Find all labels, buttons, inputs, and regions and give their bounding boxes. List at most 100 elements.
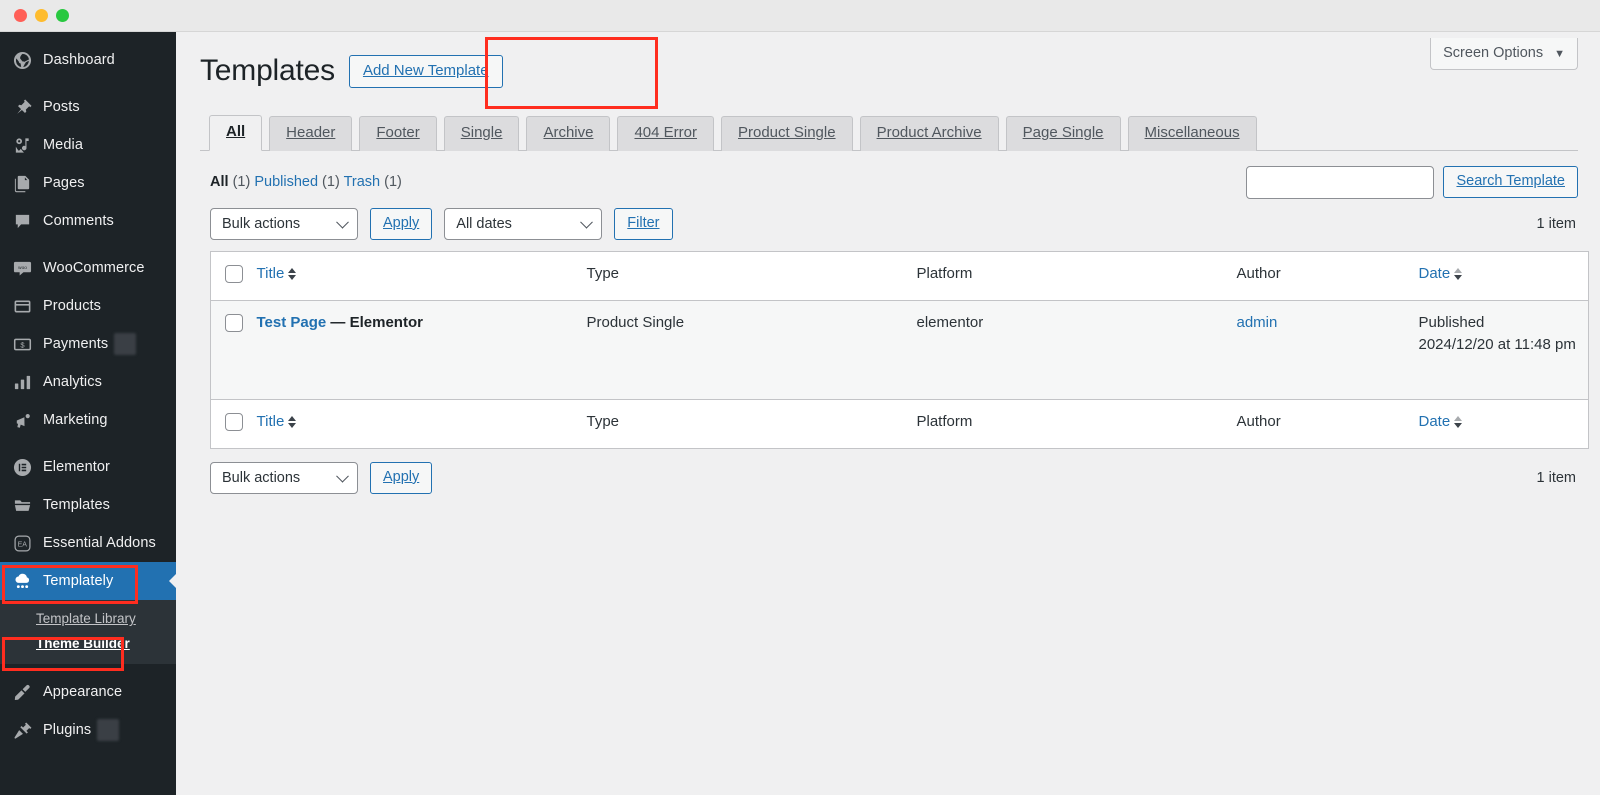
close-window-button[interactable] [14, 9, 27, 22]
plugins-badge-redacted [97, 719, 120, 741]
sidebar-subitem-theme-builder[interactable]: Theme Builder [0, 631, 176, 656]
sidebar-item-label: Plugins [43, 722, 92, 738]
tab-product-single[interactable]: Product Single [721, 116, 853, 151]
tab-archive[interactable]: Archive [526, 116, 611, 151]
app-viewport: Dashboard Posts Media Pages Comments woo… [0, 32, 1600, 795]
row-select-cell [210, 300, 257, 400]
search-template-button[interactable]: Search Template [1443, 165, 1578, 199]
tab-single[interactable]: Single [443, 116, 520, 151]
sort-title-link-top[interactable]: Title [257, 265, 297, 282]
tab-page-single[interactable]: Page Single [1005, 116, 1121, 151]
bulk-actions-select-top[interactable]: Bulk actions [210, 207, 358, 240]
sidebar-item-templates[interactable]: Templates [0, 486, 176, 524]
page-header: Templates Add New Template [200, 32, 1578, 88]
sidebar-item-analytics[interactable]: Analytics [0, 363, 176, 401]
sidebar-item-dashboard[interactable]: Dashboard [0, 41, 176, 79]
column-header-author: Author [1236, 251, 1419, 301]
status-link-trash[interactable]: Trash [344, 174, 381, 190]
sidebar-item-label: Appearance [43, 684, 123, 700]
sidebar-item-pages[interactable]: Pages [0, 164, 176, 202]
sidebar-item-label: Templately [43, 573, 114, 589]
date-filter-select[interactable]: All dates [444, 207, 603, 240]
status-count-trash: (1) [384, 174, 402, 190]
status-links: All (1) Published (1) Trash (1) [210, 174, 402, 190]
column-footer-date-label: Date [1418, 413, 1451, 430]
sidebar-item-label: Dashboard [43, 52, 115, 68]
sidebar-item-woocommerce[interactable]: woo WooCommerce [0, 249, 176, 287]
chevron-down-icon: ▼ [1554, 48, 1565, 60]
sidebar-item-marketing[interactable]: Marketing [0, 401, 176, 439]
traffic-lights [14, 9, 69, 22]
sort-date-link-bottom[interactable]: Date [1419, 413, 1463, 430]
item-count-bottom: 1 item [1536, 470, 1577, 486]
sidebar-item-media[interactable]: Media [0, 126, 176, 164]
screen-options-button[interactable]: Screen Options ▼ [1430, 38, 1578, 70]
screen-options-label: Screen Options [1443, 45, 1544, 61]
maximize-window-button[interactable] [56, 9, 69, 22]
sidebar-subitem-template-library[interactable]: Template Library [0, 606, 176, 631]
payments-icon: $ [11, 333, 33, 355]
apply-button-top[interactable]: Apply [370, 207, 433, 241]
products-icon [11, 295, 33, 317]
sort-date-link-top[interactable]: Date [1419, 265, 1463, 282]
filter-button[interactable]: Filter [614, 207, 673, 241]
svg-text:woo: woo [18, 266, 27, 271]
sidebar-item-payments[interactable]: $ Payments [0, 325, 176, 363]
sidebar-group-builders: Elementor Templates EA Essential Addons … [0, 448, 177, 600]
apply-button-bottom[interactable]: Apply [370, 461, 433, 495]
tab-all[interactable]: All [209, 115, 263, 151]
row-checkbox[interactable] [225, 314, 243, 332]
sidebar-item-label: Payments [43, 336, 109, 352]
sidebar-group-content: Posts Media Pages Comments [0, 88, 176, 240]
chevron-down-icon [336, 215, 349, 229]
select-all-checkbox-top[interactable] [225, 265, 243, 283]
row-author-cell: admin [1236, 300, 1419, 400]
sidebar-item-label: Marketing [43, 412, 108, 428]
sidebar-item-templately[interactable]: Templately [0, 562, 177, 600]
svg-text:$: $ [20, 340, 25, 349]
search-input[interactable] [1246, 165, 1435, 199]
sidebar-item-posts[interactable]: Posts [0, 88, 176, 126]
tab-footer[interactable]: Footer [359, 116, 437, 151]
tablenav-bottom-controls: Bulk actions Apply [210, 461, 433, 495]
pages-icon [11, 172, 33, 194]
tab-404-error[interactable]: 404 Error [617, 116, 714, 151]
tab-product-archive[interactable]: Product Archive [859, 116, 999, 151]
sort-title-link-bottom[interactable]: Title [257, 413, 297, 430]
tab-miscellaneous[interactable]: Miscellaneous [1127, 116, 1257, 151]
table-header-row: Title Type Platform Author Date [210, 251, 1589, 301]
sidebar-item-elementor[interactable]: Elementor [0, 448, 176, 486]
column-header-platform: Platform [916, 251, 1237, 301]
minimize-window-button[interactable] [35, 9, 48, 22]
sidebar-item-label: Pages [43, 175, 85, 191]
sidebar-item-essential-addons[interactable]: EA Essential Addons [0, 524, 176, 562]
row-platform-cell: elementor [916, 300, 1237, 400]
sidebar-item-plugins[interactable]: Plugins [0, 711, 176, 749]
tab-header[interactable]: Header [269, 116, 353, 151]
elementor-icon [11, 456, 33, 478]
comments-icon [11, 210, 33, 232]
media-icon [11, 134, 33, 156]
column-footer-title: Title [256, 399, 587, 449]
select-all-checkbox-bottom[interactable] [225, 413, 243, 431]
sidebar-item-comments[interactable]: Comments [0, 202, 176, 240]
status-link-all[interactable]: All [210, 174, 229, 190]
column-footer-title-label: Title [256, 413, 285, 430]
add-new-template-button[interactable]: Add New Template [348, 54, 503, 88]
bulk-actions-select-bottom[interactable]: Bulk actions [210, 461, 358, 494]
sort-indicator-icon [288, 267, 297, 280]
search-area: Search Template [1246, 165, 1578, 199]
status-count-all: (1) [232, 174, 251, 190]
bulk-actions-value: Bulk actions [222, 215, 301, 232]
row-author-link[interactable]: admin [1237, 314, 1278, 331]
sidebar-item-products[interactable]: Products [0, 287, 176, 325]
table-body: Test Page — Elementor Product Single ele… [210, 300, 1589, 400]
table-footer-row: Title Type Platform Author Date [210, 399, 1589, 449]
table-row[interactable]: Test Page — Elementor Product Single ele… [210, 300, 1589, 400]
sidebar-item-appearance[interactable]: Appearance [0, 673, 176, 711]
sidebar-group-dashboard: Dashboard [0, 41, 176, 79]
status-link-published[interactable]: Published [254, 174, 318, 190]
row-title-link[interactable]: Test Page [257, 314, 327, 331]
